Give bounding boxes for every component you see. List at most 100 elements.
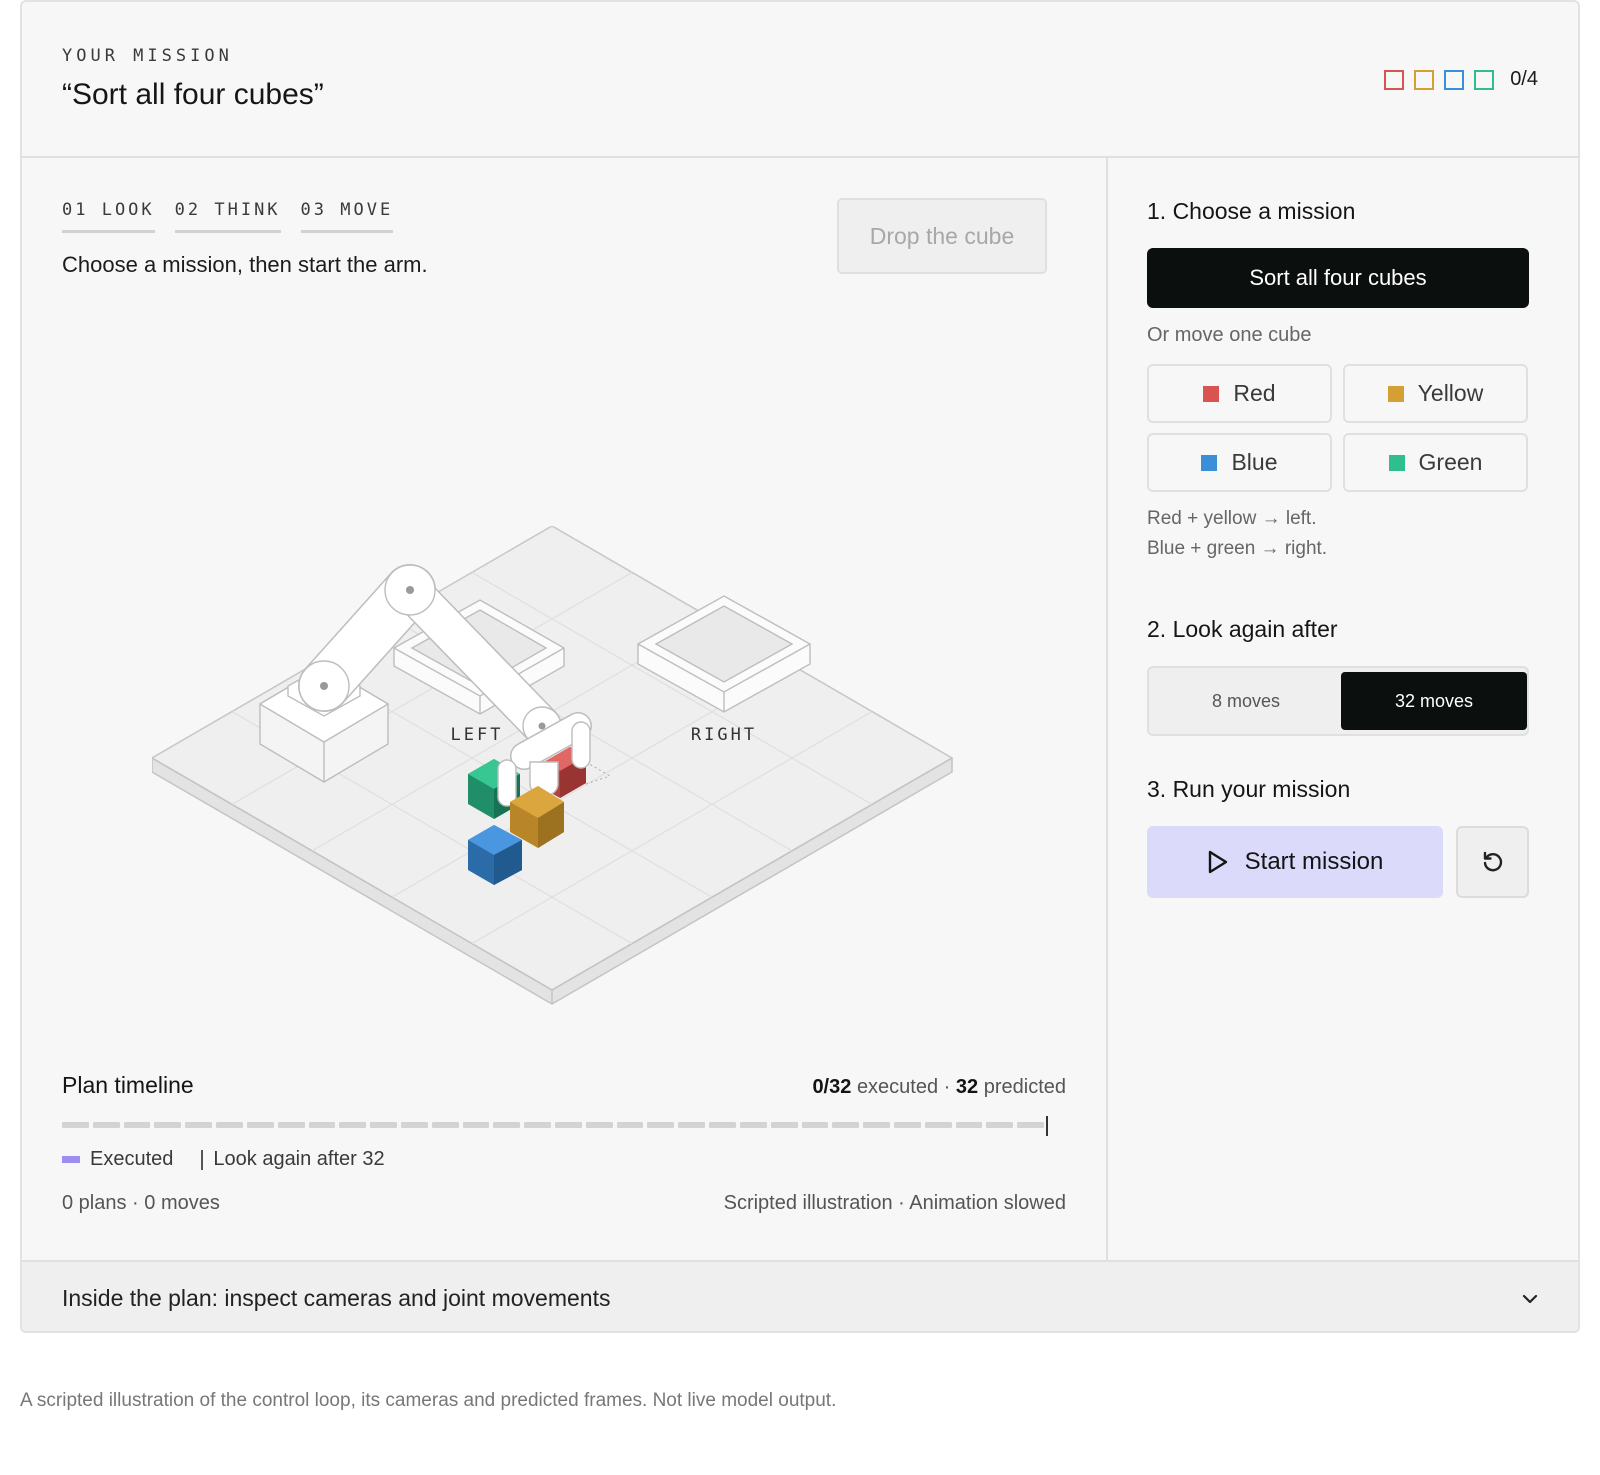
progress-square-yellow [1414, 69, 1435, 90]
option-32-moves[interactable]: 32 moves [1341, 672, 1527, 730]
executed-count: 0/32 [812, 1076, 852, 1098]
mission-card: YOUR MISSION “Sort all four cubes” 0/4 0… [20, 0, 1580, 1333]
progress-square-green [1474, 69, 1495, 90]
cube-button-label: Blue [1231, 449, 1278, 475]
plan-timeline-bar [62, 1116, 1048, 1136]
timeline-segment [339, 1122, 367, 1128]
stat-separator: · [943, 1076, 951, 1098]
control-panel: 1. Choose a mission Sort all four cubes … [1108, 158, 1578, 1260]
accordion-label: Inside the plan: inspect cameras and joi… [62, 1285, 611, 1311]
drop-cube-button[interactable]: Drop the cube [837, 198, 1047, 274]
or-move-one-label: Or move one cube [1147, 324, 1312, 346]
timeline-segment [585, 1122, 613, 1128]
simulation-stage: 01 LOOK 02 THINK 03 MOVE Choose a missio… [22, 158, 1108, 1260]
sort-all-cubes-button[interactable]: Sort all four cubes [1147, 248, 1529, 308]
legend-marker-swatch [201, 1149, 204, 1170]
timeline-segment [616, 1122, 644, 1128]
timeline-segment [986, 1122, 1014, 1128]
timeline-segment [308, 1122, 336, 1128]
timeline-segment [893, 1122, 921, 1128]
timeline-segment [216, 1122, 243, 1128]
timeline-segment [801, 1122, 829, 1128]
cube-button-green[interactable]: Green [1343, 433, 1528, 492]
timeline-segment [647, 1122, 675, 1128]
hint-right-rule: Blue + green → right. [1147, 538, 1328, 559]
blue-swatch-icon [1201, 454, 1218, 471]
timeline-segment [246, 1122, 274, 1128]
chevron-down-icon[interactable] [1522, 1294, 1538, 1304]
executed-label: executed [856, 1076, 939, 1098]
play-icon [1208, 850, 1227, 874]
timeline-segment [185, 1122, 213, 1128]
progress-square-blue [1444, 69, 1465, 90]
mission-title: “Sort all four cubes” [62, 78, 324, 111]
timeline-segment [1017, 1122, 1044, 1128]
timeline-segment [863, 1122, 890, 1128]
timeline-segment [709, 1122, 736, 1128]
option-8-moves[interactable]: 8 moves [1153, 672, 1339, 730]
mission-eyebrow: YOUR MISSION [62, 46, 233, 66]
section-run-mission: 3. Run your mission [1147, 776, 1351, 802]
timeline-segment [832, 1122, 860, 1128]
timeline-segment [277, 1122, 305, 1128]
start-mission-label: Start mission [1244, 848, 1384, 875]
timeline-segment [678, 1122, 706, 1128]
predicted-label: predicted [983, 1076, 1066, 1098]
cube-button-yellow[interactable]: Yellow [1343, 364, 1528, 423]
timeline-segment [770, 1122, 798, 1128]
loop-steps: 01 LOOK 02 THINK 03 MOVE [62, 200, 394, 233]
section-choose-mission: 1. Choose a mission [1147, 198, 1356, 224]
cube-progress: 0/4 [1384, 68, 1538, 91]
red-swatch-icon [1203, 385, 1220, 402]
timeline-segment [62, 1122, 89, 1128]
timeline-segment [123, 1122, 151, 1128]
plan-inspector-accordion[interactable]: Inside the plan: inspect cameras and joi… [22, 1260, 1578, 1331]
zone-label-right: RIGHT [691, 725, 757, 745]
hint-left-rule: Red + yellow → left. [1147, 508, 1317, 529]
timeline-segment [92, 1122, 120, 1128]
look-again-marker [1046, 1116, 1048, 1136]
look-again-toggle: 8 moves 32 moves [1147, 666, 1529, 736]
timeline-segment [431, 1122, 459, 1128]
cube-button-label: Red [1233, 380, 1276, 406]
timeline-segment [739, 1122, 767, 1128]
timeline-segment [154, 1122, 182, 1128]
footnote: A scripted illustration of the control l… [20, 1390, 837, 1411]
timeline-segment [924, 1122, 952, 1128]
robot-arm-scene: LEFT RIGHT [152, 526, 954, 1005]
cube-button-red[interactable]: Red [1147, 364, 1332, 423]
step-move: 03 MOVE [300, 200, 394, 233]
reset-button[interactable] [1456, 826, 1529, 898]
executed-swatch [62, 1156, 80, 1163]
plan-counts: 0 plans · 0 moves [62, 1192, 220, 1214]
timeline-segment [462, 1122, 490, 1128]
timeline-legend: Executed Look again after 32 [62, 1148, 385, 1171]
cube-button-label: Green [1418, 449, 1483, 475]
zone-label-left: LEFT [451, 725, 504, 745]
timeline-segment [493, 1122, 521, 1128]
progress-square-red [1384, 69, 1405, 90]
step-look: 01 LOOK [62, 200, 155, 233]
green-swatch-icon [1388, 454, 1405, 471]
start-mission-button[interactable]: Start mission [1147, 826, 1443, 898]
progress-count: 0/4 [1510, 68, 1538, 90]
reset-icon [1483, 851, 1502, 872]
cube-button-label: Yellow [1417, 380, 1484, 406]
legend-executed: Executed [90, 1148, 174, 1170]
timeline-segment [524, 1122, 551, 1128]
predicted-count: 32 [955, 1076, 979, 1098]
timeline-stats: 0/32 executed · 32 predicted [812, 1076, 1066, 1099]
timeline-title: Plan timeline [62, 1072, 194, 1098]
step-think: 02 THINK [174, 200, 281, 233]
timeline-segment [400, 1122, 428, 1128]
timeline-segment [955, 1122, 983, 1128]
legend-look-again: Look again after 32 [213, 1148, 385, 1170]
section-look-again: 2. Look again after [1147, 616, 1338, 642]
mission-header: YOUR MISSION “Sort all four cubes” 0/4 [22, 2, 1578, 158]
cube-button-blue[interactable]: Blue [1147, 433, 1332, 492]
stage-instruction: Choose a mission, then start the arm. [62, 252, 428, 277]
timeline-segment [370, 1122, 397, 1128]
timeline-segment [555, 1122, 582, 1128]
illustration-note: Scripted illustration · Animation slowed [723, 1192, 1066, 1214]
yellow-swatch-icon [1387, 385, 1404, 402]
